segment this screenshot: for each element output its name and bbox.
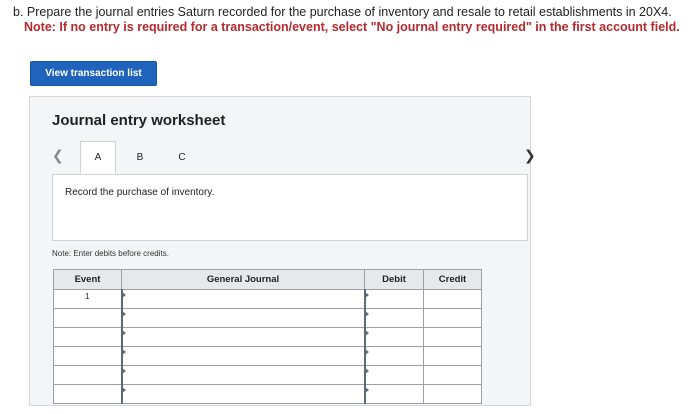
credit-input[interactable] bbox=[423, 384, 482, 404]
debit-input[interactable] bbox=[363, 327, 424, 347]
chevron-left-icon[interactable]: ❮ bbox=[52, 147, 64, 164]
event-cell bbox=[53, 346, 122, 366]
question-prompt: b. Prepare the journal entries Saturn re… bbox=[13, 5, 672, 19]
dropdown-marker-icon bbox=[121, 311, 126, 317]
table-row bbox=[53, 384, 482, 404]
credit-input[interactable] bbox=[423, 327, 482, 347]
journal-table: Event General Journal Debit Credit 1 bbox=[53, 269, 482, 404]
debit-input[interactable] bbox=[363, 346, 424, 366]
table-row bbox=[53, 308, 482, 328]
chevron-right-icon[interactable]: ❯ bbox=[524, 147, 536, 164]
header-general-journal: General Journal bbox=[121, 269, 365, 290]
debit-input[interactable] bbox=[363, 289, 424, 309]
dropdown-marker-icon bbox=[121, 330, 126, 336]
account-select[interactable] bbox=[120, 365, 365, 385]
question-text: b. Prepare the journal entries Saturn re… bbox=[13, 5, 693, 35]
account-select[interactable] bbox=[120, 346, 365, 366]
dropdown-marker-icon bbox=[121, 368, 126, 374]
account-select[interactable] bbox=[120, 308, 365, 328]
table-row bbox=[53, 327, 482, 347]
question-note: Note: If no entry is required for a tran… bbox=[24, 20, 680, 34]
credit-input[interactable] bbox=[423, 365, 482, 385]
account-select[interactable] bbox=[120, 289, 365, 309]
input-marker-icon bbox=[364, 311, 369, 317]
input-marker-icon bbox=[364, 349, 369, 355]
event-cell bbox=[53, 327, 122, 347]
debit-input[interactable] bbox=[363, 384, 424, 404]
credit-input[interactable] bbox=[423, 308, 482, 328]
dropdown-marker-icon bbox=[121, 387, 126, 393]
table-header-row: Event General Journal Debit Credit bbox=[53, 269, 482, 290]
dropdown-marker-icon bbox=[121, 349, 126, 355]
event-cell bbox=[53, 384, 122, 404]
credit-input[interactable] bbox=[423, 346, 482, 366]
debit-input[interactable] bbox=[363, 365, 424, 385]
view-transaction-list-button[interactable]: View transaction list bbox=[30, 61, 157, 86]
debit-input[interactable] bbox=[363, 308, 424, 328]
tab-c[interactable]: C bbox=[164, 141, 200, 173]
event-cell: 1 bbox=[53, 289, 122, 309]
dropdown-marker-icon bbox=[121, 292, 126, 298]
debits-note: Note: Enter debits before credits. bbox=[52, 249, 169, 258]
account-select[interactable] bbox=[120, 327, 365, 347]
input-marker-icon bbox=[364, 292, 369, 298]
credit-input[interactable] bbox=[423, 289, 482, 309]
tab-a[interactable]: A bbox=[80, 141, 116, 174]
header-event: Event bbox=[53, 269, 122, 290]
journal-entry-worksheet: Journal entry worksheet ❮ ❯ A B C Record… bbox=[29, 96, 536, 406]
worksheet-title: Journal entry worksheet bbox=[52, 112, 226, 129]
input-marker-icon bbox=[364, 330, 369, 336]
instruction-box: Record the purchase of inventory. bbox=[52, 174, 528, 241]
table-row bbox=[53, 346, 482, 366]
header-debit: Debit bbox=[364, 269, 424, 290]
account-select[interactable] bbox=[120, 384, 365, 404]
event-cell bbox=[53, 365, 122, 385]
table-row bbox=[53, 365, 482, 385]
tab-b[interactable]: B bbox=[122, 141, 158, 173]
event-cell bbox=[53, 308, 122, 328]
input-marker-icon bbox=[364, 368, 369, 374]
table-row: 1 bbox=[53, 289, 482, 309]
input-marker-icon bbox=[364, 387, 369, 393]
header-credit: Credit bbox=[423, 269, 482, 290]
instruction-text: Record the purchase of inventory. bbox=[65, 187, 215, 198]
